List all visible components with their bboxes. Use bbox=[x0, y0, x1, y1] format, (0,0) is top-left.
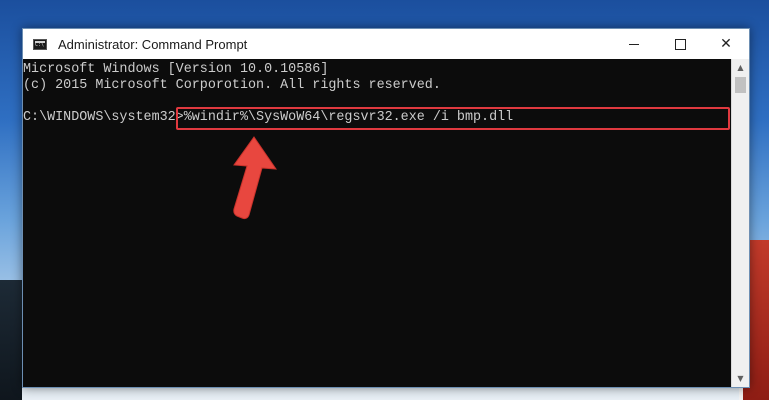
scroll-up-icon[interactable]: ▲ bbox=[732, 59, 749, 76]
tree-silhouette bbox=[0, 280, 22, 400]
console-line-copyright: (c) 2015 Microsoft Corporotion. All righ… bbox=[23, 78, 441, 93]
close-icon: ✕ bbox=[720, 36, 732, 52]
maximize-button[interactable] bbox=[657, 29, 703, 59]
command-highlight-box bbox=[176, 107, 730, 130]
close-button[interactable]: ✕ bbox=[703, 29, 749, 59]
scroll-thumb[interactable] bbox=[735, 77, 746, 93]
window-controls: ✕ bbox=[611, 29, 749, 59]
title-bar[interactable]: Administrator: Command Prompt ✕ bbox=[23, 29, 749, 59]
cmd-icon bbox=[33, 38, 47, 50]
minimize-icon bbox=[629, 43, 639, 45]
command-prompt-window[interactable]: Administrator: Command Prompt ✕ Microsof… bbox=[22, 28, 750, 388]
console-line-version: Microsoft Windows [Version 10.0.10586] bbox=[23, 62, 329, 77]
vertical-scrollbar[interactable]: ▲ ▼ bbox=[731, 59, 749, 387]
scroll-down-icon[interactable]: ▼ bbox=[732, 370, 749, 387]
red-arrow-icon bbox=[233, 136, 278, 220]
window-title: Administrator: Command Prompt bbox=[58, 36, 248, 52]
maximize-icon bbox=[674, 38, 686, 50]
minimize-button[interactable] bbox=[611, 29, 657, 59]
